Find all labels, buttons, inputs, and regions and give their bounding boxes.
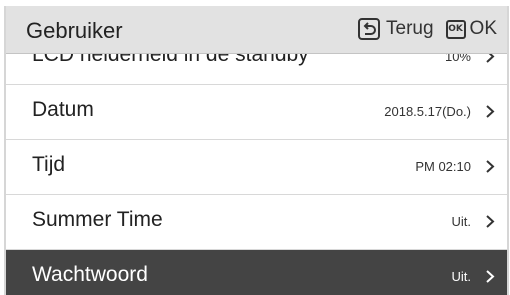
ok-label: OK xyxy=(469,18,497,39)
settings-row-password[interactable]: Wachtwoord Uit. xyxy=(6,250,507,295)
settings-row-date[interactable]: Datum 2018.5.17(Do.) xyxy=(6,85,507,140)
row-value: PM 02:10 xyxy=(415,159,471,174)
header-actions: Terug OK OK xyxy=(358,18,497,40)
row-value: Uit. xyxy=(451,214,472,229)
settings-row-summer-time[interactable]: Summer Time Uit. xyxy=(6,195,507,250)
back-button[interactable]: Terug xyxy=(358,18,434,40)
chevron-right-icon xyxy=(486,160,495,173)
ok-key-icon: OK xyxy=(445,19,466,39)
row-label: Wachtwoord xyxy=(32,263,148,286)
row-value: Uit. xyxy=(451,269,472,284)
header-bar: Gebruiker Terug OK OK xyxy=(6,6,507,54)
settings-screen: Gebruiker Terug OK OK LCD helderheid in … xyxy=(4,6,509,295)
back-label: Terug xyxy=(386,18,434,39)
ok-button[interactable]: OK OK xyxy=(445,18,497,40)
page-title: Gebruiker xyxy=(26,18,123,43)
chevron-right-icon xyxy=(486,215,495,228)
chevron-right-icon xyxy=(486,105,495,118)
chevron-right-icon xyxy=(486,270,495,283)
row-label: Tijd xyxy=(32,153,66,176)
back-arrow-icon xyxy=(358,18,381,40)
row-label: Summer Time xyxy=(32,208,163,231)
row-label: Datum xyxy=(32,98,94,121)
settings-list: LCD helderheid in de standby 10% Datum 2… xyxy=(6,30,507,295)
settings-row-time[interactable]: Tijd PM 02:10 xyxy=(6,140,507,195)
row-value: 2018.5.17(Do.) xyxy=(384,104,471,119)
